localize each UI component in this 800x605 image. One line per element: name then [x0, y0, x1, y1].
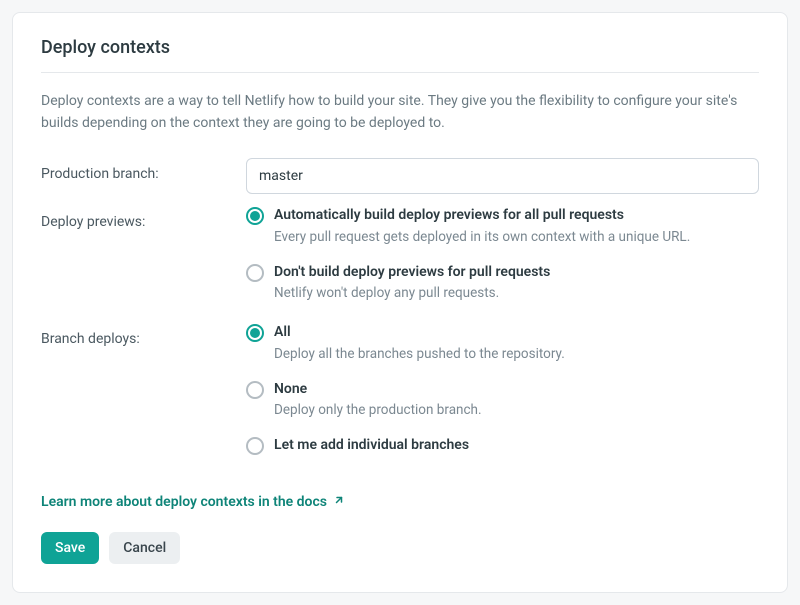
button-row: Save Cancel [41, 532, 759, 564]
radio-sublabel: Deploy all the branches pushed to the re… [274, 345, 759, 364]
panel-title: Deploy contexts [41, 37, 759, 73]
cancel-button[interactable]: Cancel [109, 532, 180, 564]
save-button[interactable]: Save [41, 532, 99, 564]
docs-link-text: Learn more about deploy contexts in the … [41, 494, 327, 510]
branch-deploys-label: Branch deploys: [41, 323, 246, 347]
radio-sublabel: Netlify won't deploy any pull requests. [274, 284, 759, 303]
radio-sublabel: Deploy only the production branch. [274, 401, 759, 420]
deploy-previews-option-none[interactable]: Don't build deploy previews for pull req… [246, 263, 759, 303]
branch-deploys-option-individual[interactable]: Let me add individual branches [246, 436, 759, 456]
radio-label: Let me add individual branches [274, 436, 759, 456]
radio-sublabel: Every pull request gets deployed in its … [274, 228, 759, 247]
branch-deploys-option-all[interactable]: All Deploy all the branches pushed to th… [246, 323, 759, 363]
radio-label: All [274, 323, 759, 343]
radio-icon [246, 264, 264, 282]
branch-deploys-option-none[interactable]: None Deploy only the production branch. [246, 380, 759, 420]
panel-description: Deploy contexts are a way to tell Netlif… [41, 91, 759, 134]
docs-link[interactable]: Learn more about deploy contexts in the … [41, 494, 345, 510]
radio-icon [246, 324, 264, 342]
radio-label: Automatically build deploy previews for … [274, 206, 759, 226]
deploy-previews-label: Deploy previews: [41, 206, 246, 230]
radio-icon [246, 207, 264, 225]
production-branch-input[interactable] [246, 158, 759, 194]
deploy-previews-row: Deploy previews: Automatically build dep… [41, 206, 759, 311]
production-branch-label: Production branch: [41, 158, 246, 182]
radio-label: None [274, 380, 759, 400]
radio-label: Don't build deploy previews for pull req… [274, 263, 759, 283]
production-branch-row: Production branch: [41, 158, 759, 194]
radio-icon [246, 437, 264, 455]
radio-icon [246, 381, 264, 399]
deploy-contexts-panel: Deploy contexts Deploy contexts are a wa… [12, 12, 788, 593]
deploy-previews-option-auto[interactable]: Automatically build deploy previews for … [246, 206, 759, 246]
external-link-icon [333, 494, 345, 510]
branch-deploys-row: Branch deploys: All Deploy all the branc… [41, 323, 759, 464]
